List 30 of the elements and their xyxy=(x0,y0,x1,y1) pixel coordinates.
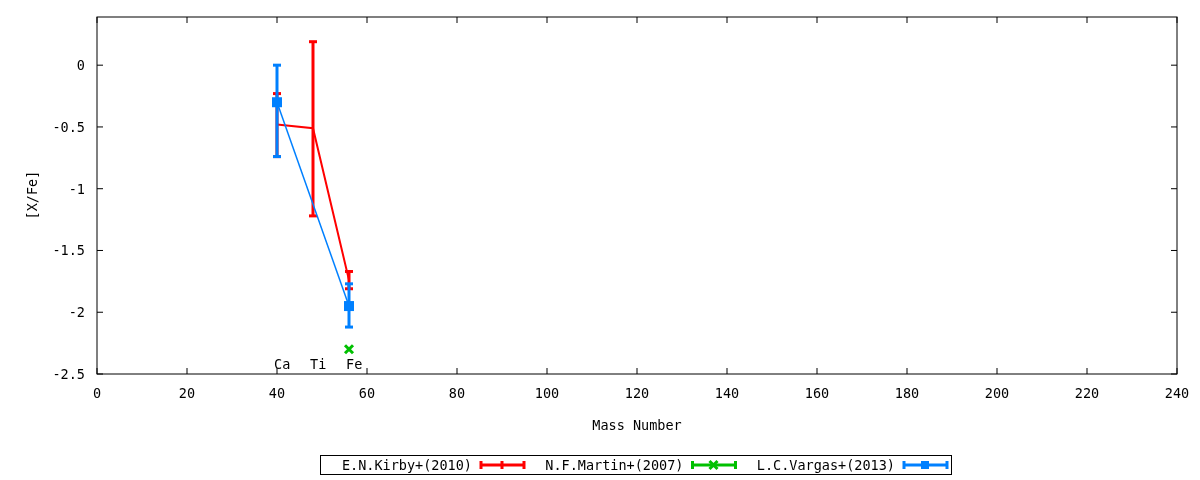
element-label: Ca xyxy=(274,356,291,372)
axis-tick-label: 180 xyxy=(894,385,920,401)
axis-tick-label: 40 xyxy=(268,385,286,401)
axis-tick-label: 80 xyxy=(448,385,466,401)
axis-tick-label: 0 xyxy=(92,385,102,401)
axis-tick-label: 240 xyxy=(1164,385,1190,401)
axis-title: [X/Fe] xyxy=(24,170,40,220)
legend-label: E.N.Kirby+(2010) xyxy=(341,457,472,473)
axis-tick-label: 200 xyxy=(984,385,1010,401)
data-point xyxy=(343,343,355,355)
axis-tick-label: 220 xyxy=(1074,385,1100,401)
axis-tick-label: 100 xyxy=(534,385,560,401)
data-point xyxy=(272,97,282,108)
axis-tick-label: -2 xyxy=(68,304,85,321)
axis-tick-label: -2.5 xyxy=(52,366,85,382)
legend-label: N.F.Martin+(2007) xyxy=(545,457,684,473)
element-label: Ti xyxy=(310,356,327,372)
axis-tick-label: 20 xyxy=(178,385,196,401)
axis-title: Mass Number xyxy=(592,417,682,433)
legend-label: L.C.Vargas+(2013) xyxy=(756,457,895,473)
axis-tick-label: -1 xyxy=(68,180,85,197)
data-point xyxy=(344,301,354,312)
axis-tick-label: 120 xyxy=(624,385,650,401)
axis-tick-label: 60 xyxy=(358,385,376,401)
axis-tick-label: 140 xyxy=(714,385,740,401)
axis-tick-label: 0 xyxy=(76,57,85,74)
element-label: Fe xyxy=(346,356,363,372)
axis-tick-label: -1.5 xyxy=(52,242,85,259)
axis-tick-label: -0.5 xyxy=(52,118,85,135)
axis-tick-label: 160 xyxy=(804,385,830,401)
